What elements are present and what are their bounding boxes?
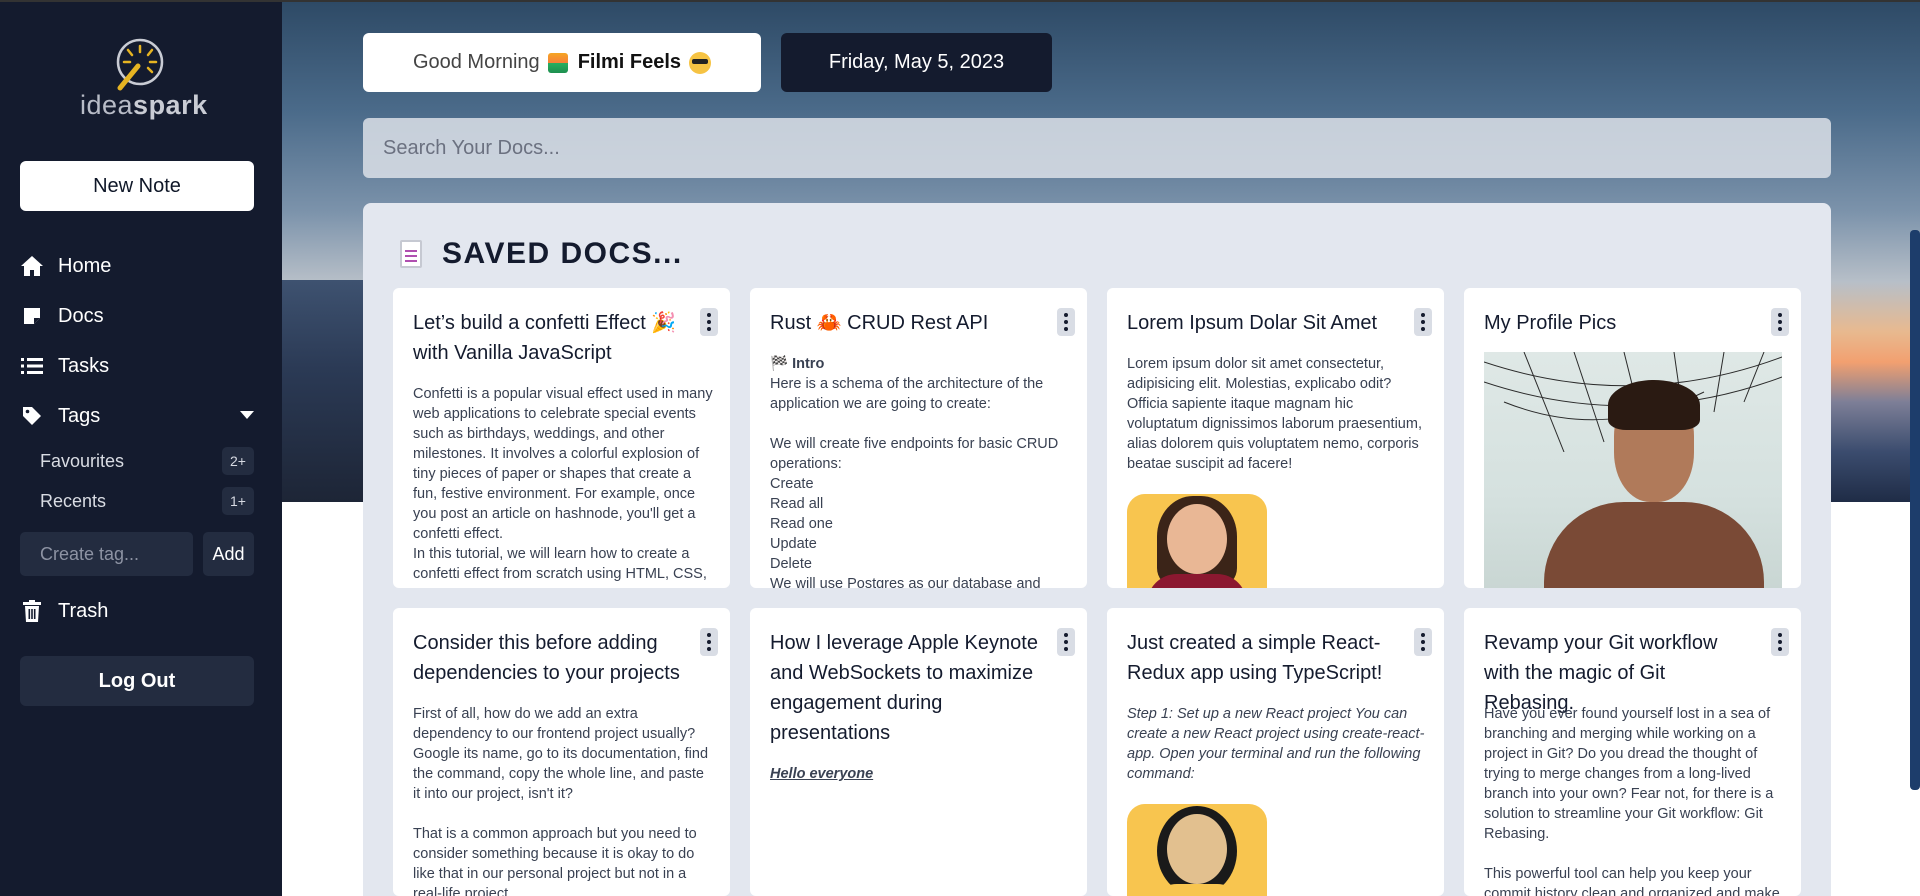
tag-label: Recents bbox=[40, 490, 107, 511]
doc-card-excerpt: Step 1: Set up a new React project You c… bbox=[1127, 706, 1425, 782]
doc-card[interactable]: My Profile Pics bbox=[1464, 288, 1801, 588]
doc-card-title: How I leverage Apple Keynote and WebSock… bbox=[770, 632, 1038, 744]
logout-button[interactable]: Log Out bbox=[20, 656, 254, 706]
home-icon bbox=[20, 254, 44, 278]
doc-card-title: Rust 🦀 CRUD Rest API bbox=[770, 312, 989, 334]
tag-item-favourites[interactable]: Favourites 2+ bbox=[40, 446, 254, 476]
scrollbar[interactable] bbox=[1910, 230, 1920, 790]
mountain-silhouette bbox=[282, 280, 372, 502]
date-display: Friday, May 5, 2023 bbox=[781, 33, 1052, 92]
logo-text: ideaspark bbox=[80, 90, 207, 121]
doc-card-excerpt: First of all, how do we add an extra dep… bbox=[413, 706, 709, 896]
sidebar-item-label: Docs bbox=[58, 304, 104, 327]
greeting-text: Good Morning bbox=[412, 51, 540, 73]
doc-card-title: Let’s build a confetti Effect 🎉 with Van… bbox=[413, 312, 677, 364]
more-options-icon[interactable] bbox=[1414, 308, 1432, 336]
new-note-button[interactable]: New Note bbox=[20, 161, 254, 211]
doc-card[interactable]: How I leverage Apple Keynote and WebSock… bbox=[750, 608, 1087, 896]
tag-label: Favourites bbox=[40, 450, 125, 471]
lightbulb-wand-icon bbox=[116, 38, 164, 91]
doc-card[interactable]: Just created a simple React-Redux app us… bbox=[1107, 608, 1444, 896]
doc-card[interactable]: Consider this before adding dependencies… bbox=[393, 608, 730, 896]
doc-card[interactable]: Revamp your Git workflow with the magic … bbox=[1464, 608, 1801, 896]
greeting-card: Good Morning Filmi Feels bbox=[363, 33, 761, 92]
saved-docs-title: SAVED DOCS... bbox=[442, 237, 683, 270]
sunglasses-emoji-icon bbox=[689, 51, 712, 74]
profile-photo-image bbox=[1484, 352, 1782, 588]
more-options-icon[interactable] bbox=[1057, 628, 1075, 656]
more-options-icon[interactable] bbox=[700, 308, 718, 336]
more-options-icon[interactable] bbox=[700, 628, 718, 656]
user-name: Filmi Feels bbox=[577, 51, 682, 73]
tag-count-badge: 2+ bbox=[222, 447, 254, 475]
sidebar-item-label: Tags bbox=[58, 404, 101, 427]
more-options-icon[interactable] bbox=[1414, 628, 1432, 656]
sidebar-item-tasks[interactable]: Tasks bbox=[20, 349, 109, 383]
add-tag-button[interactable]: Add bbox=[203, 532, 254, 576]
doc-card-title: Just created a simple React-Redux app us… bbox=[1127, 632, 1383, 684]
tag-count-badge: 1+ bbox=[222, 487, 254, 515]
logo-text-light: idea bbox=[80, 90, 134, 120]
doc-card-title: Lorem Ipsum Dolar Sit Amet bbox=[1127, 312, 1378, 334]
doc-card-excerpt: Confetti is a popular visual effect used… bbox=[413, 386, 713, 582]
more-options-icon[interactable] bbox=[1771, 308, 1789, 336]
intro-label: 🏁 Intro bbox=[770, 356, 825, 372]
tag-icon bbox=[20, 404, 44, 428]
doc-card-excerpt-text: Here is a schema of the architecture of … bbox=[770, 376, 1059, 588]
doc-card-title: Consider this before adding dependencies… bbox=[413, 632, 680, 684]
create-tag-input[interactable] bbox=[20, 532, 193, 576]
doc-card[interactable]: Lorem Ipsum Dolar Sit Amet Lorem ipsum d… bbox=[1107, 288, 1444, 588]
doc-card-excerpt: Hello everyone bbox=[770, 764, 1070, 784]
sunrise-emoji-icon bbox=[547, 52, 568, 73]
sidebar-item-label: Tasks bbox=[58, 354, 110, 377]
list-icon bbox=[20, 354, 44, 378]
sidebar-item-label: Trash bbox=[58, 599, 109, 622]
doc-card-excerpt: 🏁 Intro Here is a schema of the architec… bbox=[770, 354, 1070, 588]
sidebar: ideaspark New Note Home Docs Tasks Tags … bbox=[0, 0, 282, 896]
sidebar-item-trash[interactable]: Trash bbox=[20, 594, 108, 628]
ideaspark-logo[interactable]: ideaspark bbox=[80, 38, 207, 122]
avatar-image bbox=[1127, 804, 1267, 896]
doc-card-excerpt: Have you ever found yourself lost in a s… bbox=[1484, 706, 1780, 896]
document-icon bbox=[400, 240, 422, 268]
sidebar-item-tags[interactable]: Tags bbox=[20, 399, 100, 433]
logo-text-bold: spark bbox=[133, 90, 208, 120]
sidebar-item-docs[interactable]: Docs bbox=[20, 299, 104, 333]
note-icon bbox=[20, 304, 44, 328]
doc-card-excerpt: Lorem ipsum dolor sit amet consectetur, … bbox=[1127, 356, 1422, 472]
more-options-icon[interactable] bbox=[1057, 308, 1075, 336]
chevron-down-icon[interactable] bbox=[240, 411, 254, 419]
avatar-image bbox=[1127, 494, 1267, 588]
tag-item-recents[interactable]: Recents 1+ bbox=[40, 486, 254, 516]
more-options-icon[interactable] bbox=[1771, 628, 1789, 656]
sidebar-item-label: Home bbox=[58, 254, 112, 277]
doc-card[interactable]: Let’s build a confetti Effect 🎉 with Van… bbox=[393, 288, 730, 588]
doc-card-title: My Profile Pics bbox=[1484, 312, 1617, 334]
trash-icon bbox=[20, 599, 44, 623]
sidebar-item-home[interactable]: Home bbox=[20, 249, 111, 283]
window-top-border bbox=[0, 0, 1920, 2]
saved-docs-heading: SAVED DOCS... bbox=[400, 234, 683, 274]
doc-card[interactable]: Rust 🦀 CRUD Rest API 🏁 Intro Here is a s… bbox=[750, 288, 1087, 588]
search-docs-input[interactable] bbox=[363, 118, 1831, 178]
doc-card-link[interactable]: Hello everyone bbox=[770, 766, 873, 782]
